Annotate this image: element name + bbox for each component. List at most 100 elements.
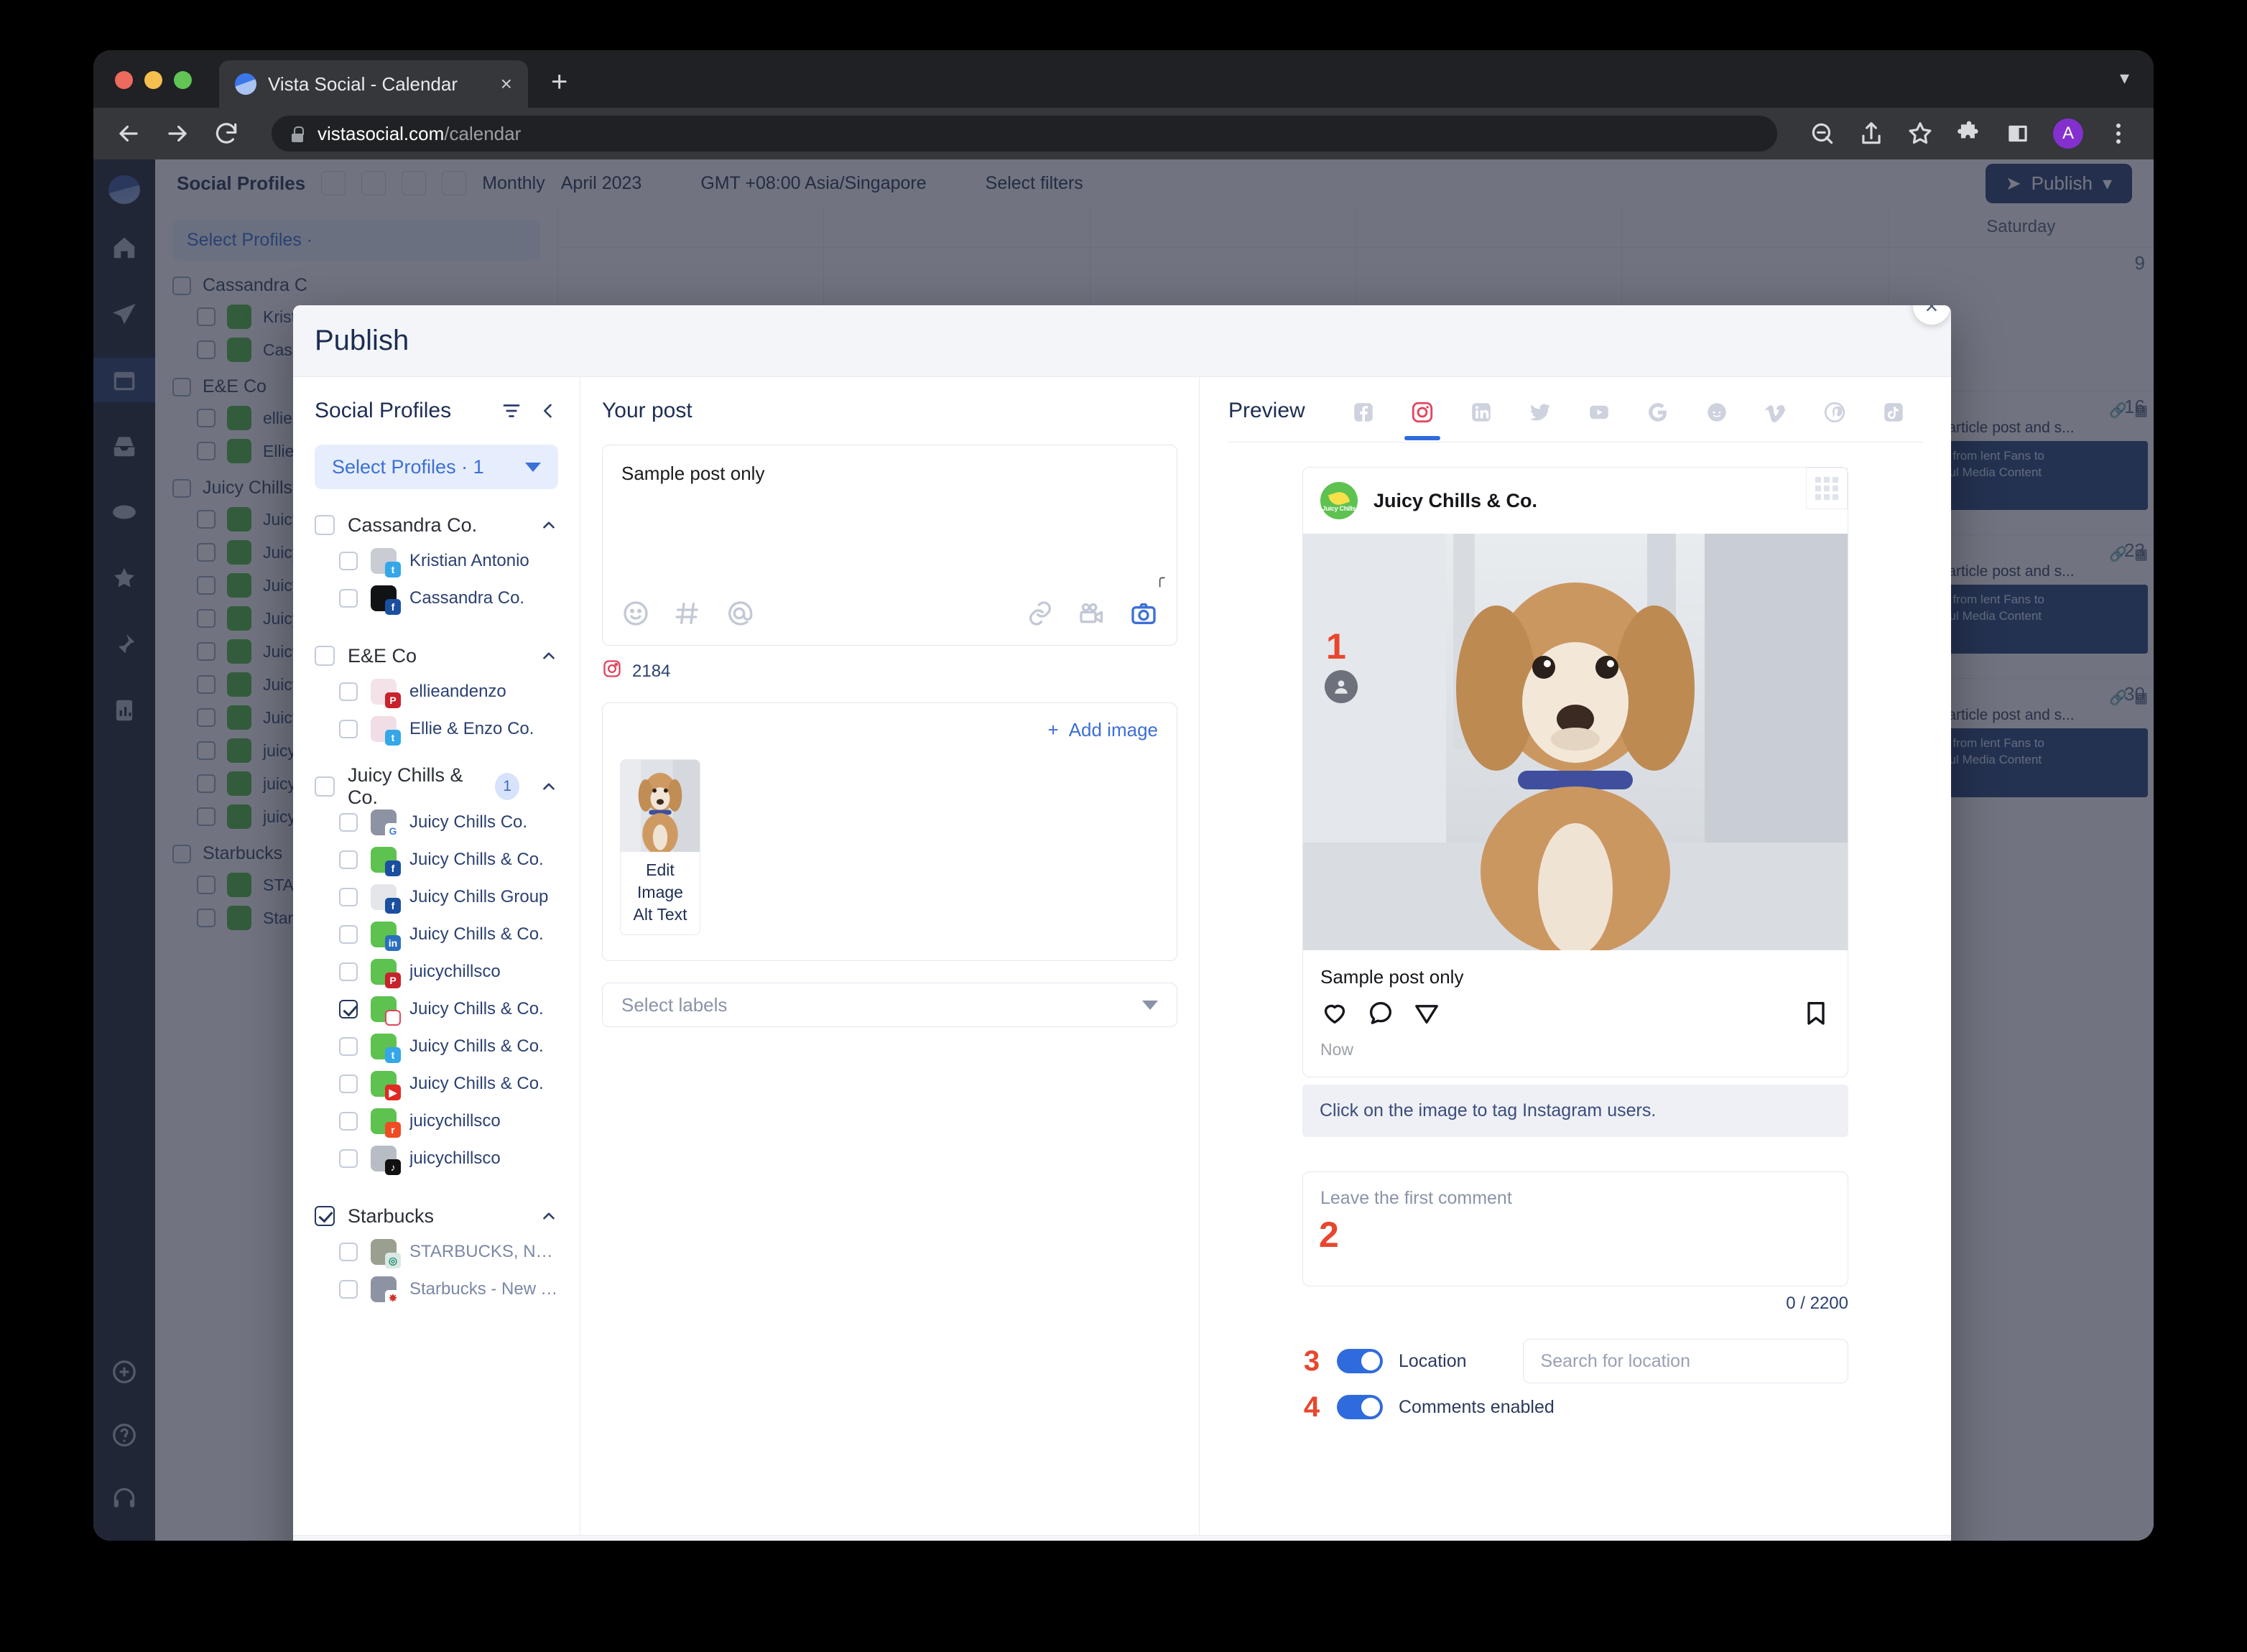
maximize-window-button[interactable] (174, 71, 192, 89)
browser-menu-icon[interactable] (2105, 120, 2132, 147)
tag-users-hint[interactable]: Click on the image to tag Instagram user… (1302, 1085, 1848, 1137)
like-heart-icon[interactable] (1320, 998, 1349, 1027)
comments-toggle[interactable] (1337, 1395, 1383, 1419)
extensions-puzzle-icon[interactable] (1955, 120, 1983, 147)
profile-checkbox[interactable] (339, 962, 358, 981)
resize-grip-icon[interactable]: ╭ (1155, 569, 1169, 587)
location-search-input[interactable]: Search for location (1522, 1339, 1848, 1383)
profile-group-header[interactable]: Juicy Chills & Co. 1 (315, 764, 558, 808)
profile-checkbox[interactable] (339, 1000, 358, 1018)
profile-row[interactable]: Juicy Chills & Co. (339, 990, 558, 1028)
profile-row[interactable]: Pjuicychillsco (339, 953, 558, 990)
emoji-icon[interactable] (621, 599, 650, 628)
comment-bubble-icon[interactable] (1366, 998, 1395, 1027)
location-toggle[interactable] (1337, 1349, 1383, 1373)
forward-icon[interactable] (164, 120, 191, 147)
profile-checkbox[interactable] (339, 682, 358, 701)
first-comment-input[interactable]: Leave the first comment 2 (1302, 1171, 1848, 1286)
preview-photo[interactable]: 1 (1303, 534, 1848, 950)
remove-image-icon[interactable]: ✕ (698, 760, 700, 778)
chevron-up-icon[interactable] (539, 1207, 558, 1225)
preview-tab-vimeo[interactable] (1761, 400, 1791, 440)
post-text[interactable]: Sample post only (621, 463, 1158, 599)
share-send-icon[interactable] (1412, 998, 1441, 1027)
profile-row[interactable]: ✸ Starbucks - New York, NY (339, 1271, 558, 1308)
profile-checkbox[interactable] (339, 1112, 358, 1131)
new-tab-button[interactable]: + (551, 68, 567, 108)
preview-tab-google[interactable] (1643, 400, 1673, 440)
profile-checkbox[interactable] (339, 1243, 358, 1261)
profile-checkbox[interactable] (339, 813, 358, 832)
chevron-up-icon[interactable] (539, 646, 558, 665)
profile-checkbox[interactable] (339, 1037, 358, 1056)
profile-row[interactable]: ▶ Juicy Chills & Co. (339, 1065, 558, 1103)
window-controls[interactable] (115, 71, 192, 108)
profile-list[interactable]: Cassandra Co. t Kristian Antonio f Cassandra… (293, 508, 580, 1535)
select-labels-dropdown[interactable]: Select labels (602, 983, 1177, 1027)
side-panel-icon[interactable] (2004, 120, 2031, 147)
filter-icon[interactable] (501, 400, 522, 422)
zoom-out-icon[interactable] (1809, 120, 1836, 147)
chevron-up-icon[interactable] (539, 516, 558, 534)
video-icon[interactable] (1078, 599, 1106, 628)
group-checkbox[interactable] (315, 776, 335, 797)
preview-tab-tiktok[interactable] (1878, 400, 1909, 440)
chevron-up-icon[interactable] (539, 777, 558, 796)
tab-list-chevron-icon[interactable]: ▾ (2120, 67, 2154, 108)
profile-row[interactable]: t Ellie & Enzo Co. (339, 710, 558, 748)
profile-row[interactable]: Pellieandenzo (339, 673, 558, 710)
group-checkbox[interactable] (315, 646, 335, 666)
profile-checkbox[interactable] (339, 1149, 358, 1168)
close-tab-icon[interactable]: × (501, 74, 512, 94)
mention-icon[interactable] (725, 599, 754, 628)
profile-group-header[interactable]: Starbucks (315, 1199, 558, 1233)
edit-image-alt-text-button[interactable]: Edit Image Alt Text (621, 852, 700, 934)
image-thumbnail[interactable]: ✕ (620, 759, 700, 936)
profile-group-header[interactable]: E&E Co (315, 639, 558, 673)
camera-icon[interactable] (1129, 599, 1158, 628)
preview-network-tabs[interactable] (1348, 400, 1909, 440)
close-window-button[interactable] (115, 71, 133, 89)
profile-checkbox[interactable] (339, 888, 358, 906)
preview-tab-pinterest[interactable] (1820, 400, 1850, 440)
bookmark-icon[interactable] (1802, 998, 1830, 1027)
profile-row[interactable]: f Juicy Chills Group (339, 878, 558, 916)
profile-checkbox[interactable] (339, 552, 358, 570)
profile-row[interactable]: t Kristian Antonio (339, 542, 558, 580)
group-checkbox[interactable] (315, 1206, 335, 1226)
group-checkbox[interactable] (315, 515, 335, 535)
post-composer[interactable]: Sample post only ╭ (602, 445, 1177, 646)
back-icon[interactable] (115, 120, 142, 147)
profile-row[interactable]: ♪ juicychillsco (339, 1140, 558, 1177)
profile-row[interactable]: f Juicy Chills & Co. (339, 841, 558, 878)
profile-checkbox[interactable] (339, 589, 358, 608)
profile-checkbox[interactable] (339, 1280, 358, 1299)
preview-tab-linkedin[interactable] (1466, 400, 1496, 440)
profile-checkbox[interactable] (339, 925, 358, 944)
preview-tab-reddit[interactable] (1702, 400, 1732, 440)
hashtag-icon[interactable] (673, 599, 702, 628)
link-icon[interactable] (1026, 599, 1055, 628)
preview-tab-instagram[interactable] (1404, 400, 1440, 440)
address-bar[interactable]: vistasocial.com/calendar (272, 116, 1777, 152)
profile-row[interactable]: ◎ STARBUCKS, New York Ci... (339, 1233, 558, 1271)
share-icon[interactable] (1858, 120, 1885, 147)
profile-checkbox[interactable] (339, 1075, 358, 1093)
profile-group-header[interactable]: Cassandra Co. (315, 508, 558, 542)
profile-row[interactable]: f Cassandra Co. (339, 580, 558, 617)
preview-tab-twitter[interactable] (1525, 400, 1555, 440)
add-image-button[interactable]: + Add image (1048, 719, 1159, 741)
profile-row[interactable]: in Juicy Chills & Co. (339, 916, 558, 953)
preview-tab-youtube[interactable] (1584, 400, 1614, 440)
preview-tab-facebook[interactable] (1348, 400, 1379, 440)
profile-row[interactable]: t Juicy Chills & Co. (339, 1028, 558, 1065)
browser-tab[interactable]: Vista Social - Calendar × (219, 60, 528, 108)
grid-icon[interactable] (1806, 468, 1848, 509)
profile-checkbox[interactable] (339, 850, 358, 869)
profile-avatar[interactable]: A (2053, 119, 2083, 149)
profile-row[interactable]: r juicychillsco (339, 1103, 558, 1140)
select-profiles-dropdown[interactable]: Select Profiles · 1 (315, 445, 558, 489)
bookmark-star-icon[interactable] (1907, 120, 1934, 147)
collapse-panel-icon[interactable] (538, 401, 558, 421)
profile-checkbox[interactable] (339, 720, 358, 738)
